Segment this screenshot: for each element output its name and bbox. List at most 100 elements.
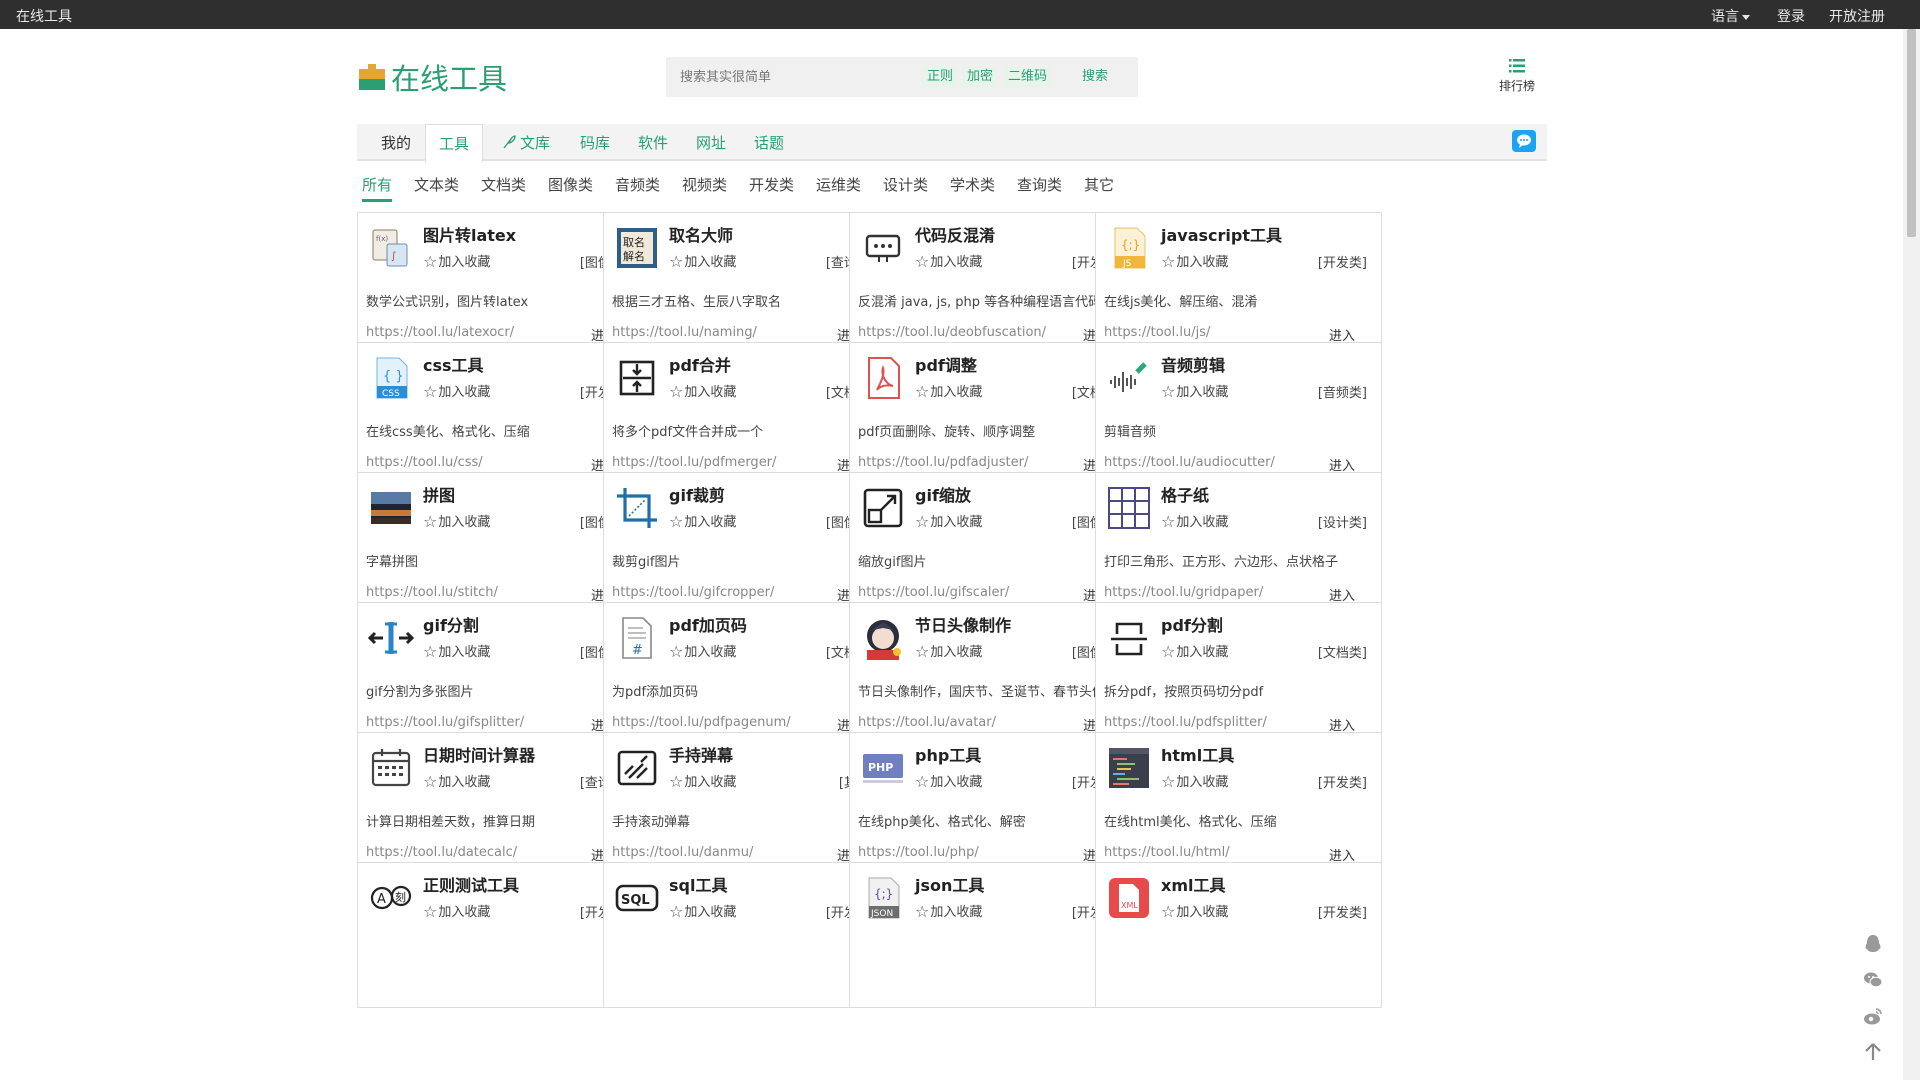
rank-button[interactable]: 排行榜 bbox=[1493, 58, 1541, 94]
tab-mine[interactable]: 我的 bbox=[381, 124, 411, 161]
subtab-all[interactable]: 所有 bbox=[362, 174, 393, 202]
php-icon[interactable]: PHP bbox=[859, 744, 907, 792]
add-favorite-button[interactable]: ☆加入收藏 bbox=[669, 641, 736, 661]
tool-card[interactable]: 代码反混淆☆加入收藏[开发类]反混淆 java, js, php 等各种编程语言… bbox=[849, 212, 1136, 358]
tool-name[interactable]: 格子纸 bbox=[1161, 482, 1209, 506]
tool-name[interactable]: gif缩放 bbox=[915, 482, 971, 506]
tool-url[interactable]: https://tool.lu/pdfsplitter/ bbox=[1104, 715, 1267, 730]
tool-name[interactable]: 拼图 bbox=[423, 482, 455, 506]
tool-card[interactable]: XML xml工具 ☆加入收藏 [开发类] bbox=[1095, 862, 1382, 1008]
tool-url[interactable]: https://tool.lu/pdfpagenum/ bbox=[612, 715, 791, 730]
tab-software[interactable]: 软件 bbox=[638, 124, 668, 161]
css-file-icon[interactable]: { } CSS bbox=[367, 354, 415, 402]
subtab-other[interactable]: 其它 bbox=[1084, 174, 1114, 195]
tab-topics[interactable]: 话题 bbox=[754, 124, 784, 161]
tool-name[interactable]: json工具 bbox=[915, 872, 984, 896]
back-to-top-icon[interactable] bbox=[1862, 1041, 1884, 1063]
subtab-design[interactable]: 设计类 bbox=[883, 174, 928, 195]
formula-to-latex-icon[interactable]: f(x)∫ bbox=[367, 224, 415, 272]
subtab-academic[interactable]: 学术类 bbox=[950, 174, 995, 195]
add-favorite-button[interactable]: ☆加入收藏 bbox=[423, 381, 490, 401]
grid-paper-icon[interactable] bbox=[1105, 484, 1153, 532]
html-code-icon[interactable] bbox=[1105, 744, 1153, 792]
tool-url[interactable]: https://tool.lu/latexocr/ bbox=[366, 325, 514, 340]
tool-name[interactable]: css工具 bbox=[423, 352, 484, 376]
tool-name[interactable]: xml工具 bbox=[1161, 872, 1225, 896]
search-input[interactable] bbox=[680, 66, 910, 88]
regex-icon[interactable]: A刻 bbox=[367, 874, 415, 922]
add-favorite-button[interactable]: ☆加入收藏 bbox=[915, 511, 982, 531]
tool-card[interactable]: gif分割☆加入收藏[图像类]gif分割为多张图片https://tool.lu… bbox=[357, 602, 644, 748]
tool-name[interactable]: 音频剪辑 bbox=[1161, 352, 1225, 376]
tool-card[interactable]: pdf合并☆加入收藏[文档类]将多个pdf文件合并成一个https://tool… bbox=[603, 342, 890, 488]
add-favorite-button[interactable]: ☆加入收藏 bbox=[669, 251, 736, 271]
tool-url[interactable]: https://tool.lu/datecalc/ bbox=[366, 845, 517, 860]
add-favorite-button[interactable]: ☆加入收藏 bbox=[1161, 641, 1228, 661]
add-favorite-button[interactable]: ☆加入收藏 bbox=[1161, 901, 1228, 921]
pdf-adjust-icon[interactable] bbox=[859, 354, 907, 402]
tool-card[interactable]: 拼图☆加入收藏[图像类]字幕拼图https://tool.lu/stitch/进… bbox=[357, 472, 644, 618]
tool-url[interactable]: https://tool.lu/html/ bbox=[1104, 845, 1230, 860]
page-scrollbar[interactable] bbox=[1903, 29, 1920, 1080]
subtab-ops[interactable]: 运维类 bbox=[816, 174, 861, 195]
pdf-split-icon[interactable] bbox=[1105, 614, 1153, 662]
add-favorite-button[interactable]: ☆加入收藏 bbox=[423, 511, 490, 531]
tool-url[interactable]: https://tool.lu/css/ bbox=[366, 455, 483, 470]
login-link[interactable]: 登录 bbox=[1777, 6, 1805, 26]
add-favorite-button[interactable]: ☆加入收藏 bbox=[423, 771, 490, 791]
audio-cut-icon[interactable] bbox=[1105, 354, 1153, 402]
sql-icon[interactable]: SQL bbox=[613, 874, 661, 922]
tool-card[interactable]: gif裁剪☆加入收藏[图像类]裁剪gif图片https://tool.lu/gi… bbox=[603, 472, 890, 618]
tool-name[interactable]: pdf调整 bbox=[915, 352, 977, 376]
add-favorite-button[interactable]: ☆加入收藏 bbox=[915, 771, 982, 791]
add-favorite-button[interactable]: ☆加入收藏 bbox=[1161, 251, 1228, 271]
avatar-icon[interactable] bbox=[859, 614, 907, 662]
tool-url[interactable]: https://tool.lu/gifsplitter/ bbox=[366, 715, 524, 730]
add-favorite-button[interactable]: ☆加入收藏 bbox=[669, 381, 736, 401]
tool-url[interactable]: https://tool.lu/pdfadjuster/ bbox=[858, 455, 1028, 470]
tool-card[interactable]: {;} JS javascript工具 ☆加入收藏 [开发类] 在线js美化、解压缩、混淆… bbox=[1095, 212, 1382, 358]
add-favorite-button[interactable]: ☆加入收藏 bbox=[915, 901, 982, 921]
tool-name[interactable]: 正则测试工具 bbox=[423, 872, 519, 896]
page-number-icon[interactable]: # bbox=[613, 614, 661, 662]
tool-card[interactable]: PHPphp工具☆加入收藏[开发类]在线php美化、格式化、解密https://… bbox=[849, 732, 1136, 878]
subtab-document[interactable]: 文档类 bbox=[481, 174, 526, 195]
language-menu[interactable]: 语言 bbox=[1711, 6, 1750, 26]
tool-url[interactable]: https://tool.lu/php/ bbox=[858, 845, 979, 860]
search-button[interactable]: 搜索 bbox=[1082, 67, 1108, 87]
json-file-icon[interactable]: {;} JSON bbox=[859, 874, 907, 922]
deobfuscation-icon[interactable] bbox=[859, 224, 907, 272]
tag-qrcode[interactable]: 二维码 bbox=[1004, 67, 1052, 87]
add-favorite-button[interactable]: ☆加入收藏 bbox=[1161, 511, 1228, 531]
scale-icon[interactable] bbox=[859, 484, 907, 532]
tool-url[interactable]: https://tool.lu/gifscaler/ bbox=[858, 585, 1009, 600]
tool-url[interactable]: https://tool.lu/stitch/ bbox=[366, 585, 498, 600]
tool-name[interactable]: 手持弹幕 bbox=[669, 742, 733, 766]
stitch-image-icon[interactable] bbox=[367, 484, 415, 532]
subtab-query[interactable]: 查询类 bbox=[1017, 174, 1062, 195]
site-logo[interactable]: 在线工具 bbox=[359, 59, 507, 96]
tool-url[interactable]: https://tool.lu/pdfmerger/ bbox=[612, 455, 776, 470]
tool-name[interactable]: 代码反混淆 bbox=[915, 222, 995, 246]
add-favorite-button[interactable]: ☆加入收藏 bbox=[423, 901, 490, 921]
tool-name[interactable]: gif裁剪 bbox=[669, 482, 725, 506]
naming-icon[interactable]: 取名解名 bbox=[613, 224, 661, 272]
tool-name[interactable]: 图片转latex bbox=[423, 222, 516, 246]
tool-url[interactable]: https://tool.lu/naming/ bbox=[612, 325, 757, 340]
weibo-icon[interactable] bbox=[1862, 1005, 1884, 1027]
tool-url[interactable]: https://tool.lu/gridpaper/ bbox=[1104, 585, 1263, 600]
add-favorite-button[interactable]: ☆加入收藏 bbox=[423, 641, 490, 661]
tool-url[interactable]: https://tool.lu/gifcropper/ bbox=[612, 585, 774, 600]
js-file-icon[interactable]: {;} JS bbox=[1105, 224, 1153, 272]
subtab-text[interactable]: 文本类 bbox=[414, 174, 459, 195]
tool-card[interactable]: 节日头像制作☆加入收藏[图像类]节日头像制作，国庆节、圣诞节、春节头像https… bbox=[849, 602, 1136, 748]
tool-name[interactable]: sql工具 bbox=[669, 872, 727, 896]
tool-card[interactable]: html工具 ☆加入收藏 [开发类] 在线html美化、格式化、压缩 https://t… bbox=[1095, 732, 1382, 878]
subtab-video[interactable]: 视频类 bbox=[682, 174, 727, 195]
tool-card[interactable]: 音频剪辑 ☆加入收藏 [音频类] 剪辑音频 https://tool.lu/audioc… bbox=[1095, 342, 1382, 488]
tool-card[interactable]: pdf分割 ☆加入收藏 [文档类] 拆分pdf，按照页码切分pdf https://to… bbox=[1095, 602, 1382, 748]
tab-code[interactable]: 码库 bbox=[580, 124, 610, 161]
add-favorite-button[interactable]: ☆加入收藏 bbox=[1161, 771, 1228, 791]
split-icon[interactable] bbox=[367, 614, 415, 662]
tool-url[interactable]: https://tool.lu/avatar/ bbox=[858, 715, 996, 730]
